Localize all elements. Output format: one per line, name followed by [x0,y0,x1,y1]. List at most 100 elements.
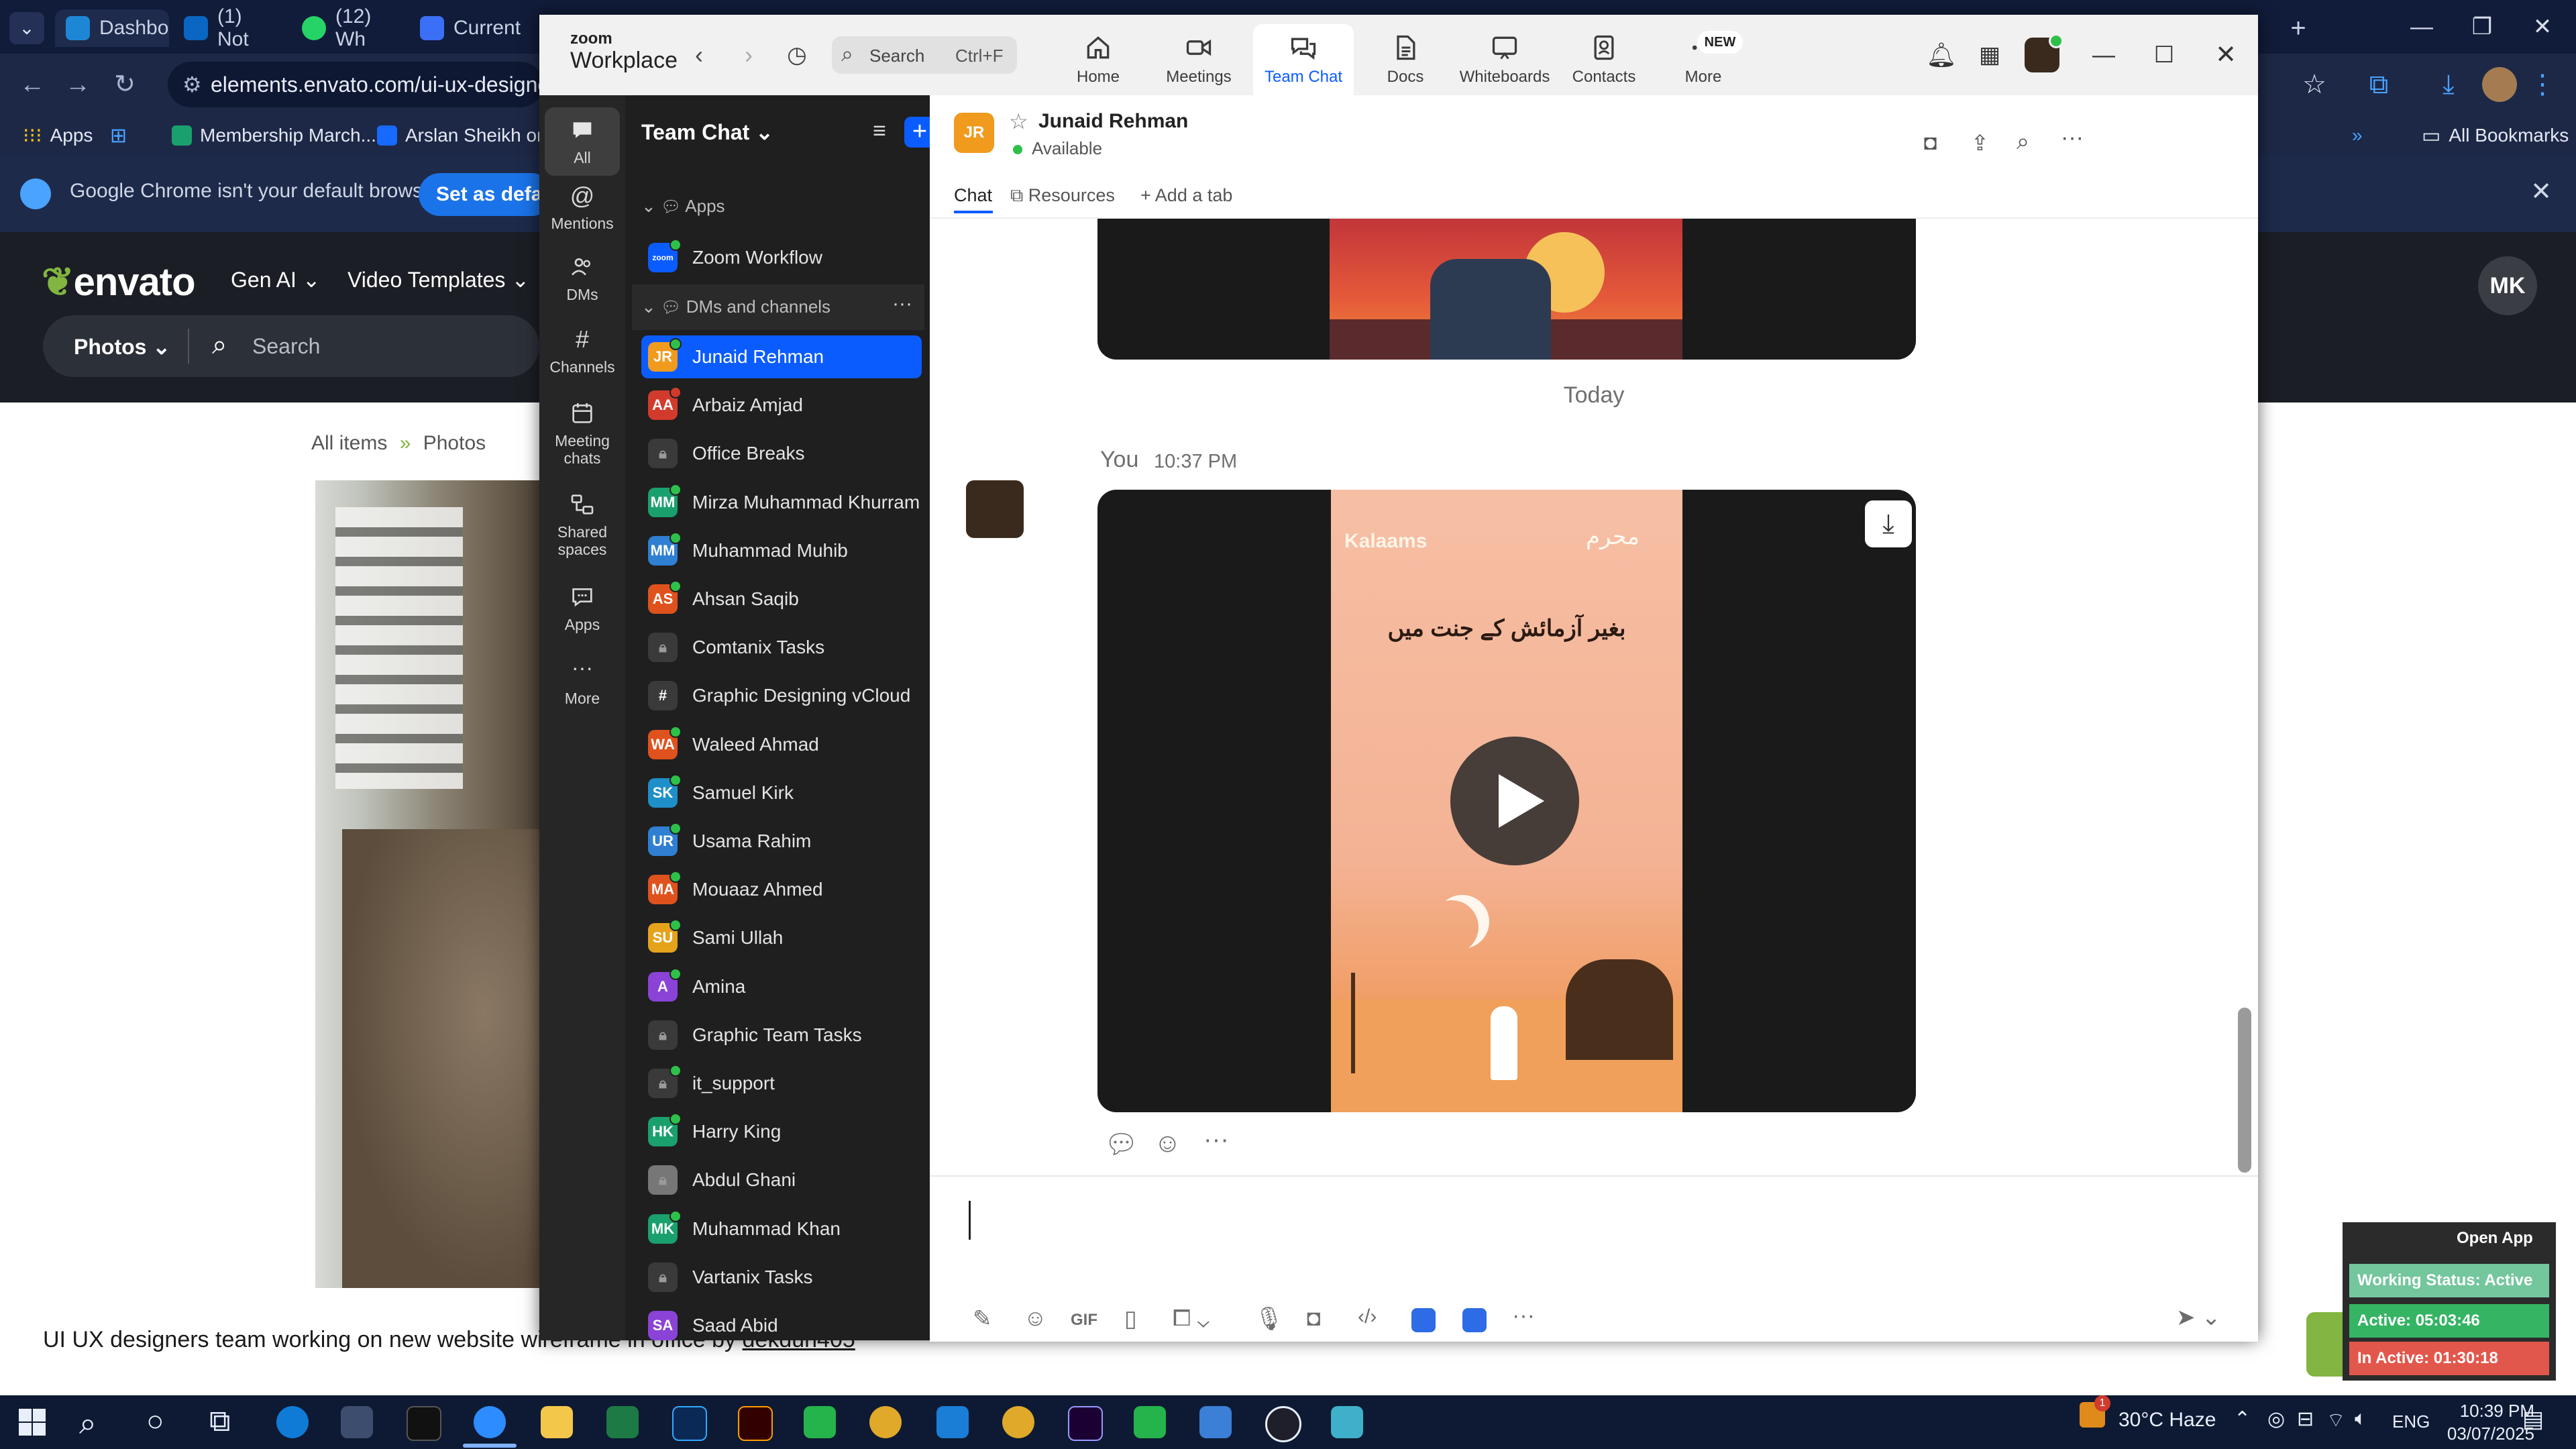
rail-channels[interactable]: # Channels [545,326,620,376]
browser-tab-2[interactable]: (1) Not [173,5,287,50]
video-message-icon[interactable]: ◘ [1307,1305,1321,1332]
tray-chevron-icon[interactable]: ⌃ [2234,1407,2251,1431]
stock-photo-preview[interactable] [315,480,543,1288]
extensions-icon[interactable]: ⧉ [2359,64,2399,105]
add-reaction-icon[interactable]: ☺ [1154,1128,1181,1159]
contact-row[interactable]: # Graphic Designing vCloud [641,674,922,717]
zoom-search-input[interactable]: ⌕ Search Ctrl+F [832,36,1017,74]
rail-more[interactable]: ··· More [545,657,620,707]
cortana-icon[interactable]: ○ [146,1405,164,1438]
attach-file-icon[interactable]: ▯ [1124,1305,1137,1332]
contact-row[interactable]: HK Harry King [641,1110,922,1153]
contact-row[interactable]: SK Samuel Kirk [641,771,922,814]
contact-row[interactable]: JR Junaid Rehman [641,335,922,378]
premiere-icon[interactable] [1068,1406,1103,1441]
tab-search-dropdown[interactable]: ⌄ [9,12,44,44]
weather-icon[interactable]: 1 [2080,1395,2110,1428]
video-call-icon[interactable]: ◘ [1924,130,1937,155]
file-explorer-icon[interactable] [541,1406,573,1438]
infobar-close-icon[interactable]: ✕ [2524,174,2559,209]
rail-shared-spaces[interactable]: Shared spaces [545,491,620,558]
chat-contact-name[interactable]: Junaid Rehman [1038,110,1188,133]
task-view-icon[interactable]: ⧉ [209,1405,230,1438]
vscode-icon[interactable] [936,1406,969,1438]
browser-tab-3[interactable]: (12) Wh [291,5,405,50]
tab-chat[interactable]: Chat [954,185,992,206]
photoshop-icon[interactable] [672,1406,707,1441]
envato-search-input[interactable]: Search [252,334,320,359]
back-arrow-icon[interactable]: ← [15,67,50,102]
tray-app-icon[interactable]: ◎ [2267,1407,2285,1431]
set-as-default-button[interactable]: Set as default [419,173,553,216]
composer-more-icon[interactable]: ··· [1512,1303,1535,1329]
message-more-icon[interactable]: ··· [1203,1126,1229,1155]
emoji-icon[interactable]: ☺ [1024,1305,1047,1332]
zoom-back-chevron-icon[interactable]: ‹ [684,40,714,70]
edge-browser-icon[interactable] [276,1406,309,1438]
rail-mentions[interactable]: @ Mentions [545,182,620,233]
filter-icon[interactable]: ≡ [864,115,895,146]
format-text-icon[interactable]: ✎ [973,1305,992,1332]
more-bookmarks-chevron-icon[interactable]: » [2352,121,2363,150]
my-avatar[interactable] [2025,34,2063,72]
zoom-app-icon[interactable] [474,1406,506,1438]
all-bookmarks[interactable]: ▭ All Bookmarks [2422,121,2569,150]
browser-close-icon[interactable]: ✕ [2516,5,2569,48]
app-icon[interactable] [1331,1406,1363,1438]
contact-row[interactable]: UR Usama Rahim [641,820,922,863]
terminal-icon[interactable] [407,1406,441,1441]
share-screen-icon[interactable]: ⇪ [1971,130,1989,156]
video-download-icon[interactable]: ⤓ [1865,500,1912,547]
previous-video-message[interactable] [1097,219,1916,360]
forward-arrow-icon[interactable]: → [60,67,95,102]
contact-row[interactable]: A Amina [641,965,922,1008]
sender-avatar[interactable] [966,480,1024,538]
profile-avatar[interactable] [2482,67,2517,102]
contact-row[interactable]: MM Mirza Muhammad Khurram [641,481,922,524]
volume-icon[interactable]: 🔈︎ [2355,1407,2367,1430]
tab-add[interactable]: + Add a tab [1140,185,1232,206]
bookmark-grid[interactable]: ⊞ [110,121,127,150]
rail-meeting-chats[interactable]: Meeting chats [545,400,620,467]
media-player-icon[interactable] [1265,1406,1301,1442]
notifications-bell-icon[interactable]: 🔔︎ [1925,39,1957,71]
tab-resources[interactable]: ⧉ Resources [1010,185,1115,207]
rail-apps[interactable]: Apps [545,584,620,633]
chat-more-icon[interactable]: ··· [2061,125,2084,151]
pen-tool-icon[interactable] [341,1406,373,1438]
contact-row[interactable]: 🔒︎ Abdul Ghani [641,1159,922,1201]
gif-icon[interactable]: GIF [1071,1311,1097,1330]
chat-search-icon[interactable]: ⌕ [2017,129,2029,155]
contact-row[interactable]: 🔒︎ Office Breaks [641,432,922,475]
bookmark-arslan[interactable]: Arslan Sheikh on B [377,121,565,150]
rail-dms[interactable]: DMs [545,254,620,303]
category-select[interactable]: Photos ⌄ [74,334,170,360]
team-chat-dropdown[interactable]: Team Chat ⌄ [641,119,773,145]
favorite-star-icon[interactable]: ☆ [1009,109,1028,134]
nav-video-templates[interactable]: Video Templates ⌄ [347,267,529,292]
illustrator-icon[interactable] [738,1406,773,1441]
url-field[interactable]: ⚙ elements.envato.com/ui-ux-designers-t [168,62,543,107]
contact-row[interactable]: AA Arbaiz Amjad [641,384,922,427]
rail-all[interactable]: All [545,107,620,176]
browser-maximize-icon[interactable]: ❐ [2455,5,2509,48]
contact-row[interactable]: 🔒︎ Comtanix Tasks [641,626,922,669]
zoom-close-icon[interactable]: ✕ [2206,38,2246,72]
wifi-icon[interactable]: ⌔ [2326,1407,2345,1433]
breadcrumb-photos[interactable]: Photos [423,432,486,454]
browser-minimize-icon[interactable]: — [2395,5,2449,48]
screenshot-icon[interactable]: ⧠ ⌄ [1173,1305,1210,1332]
phone-link-2-icon[interactable] [1134,1406,1166,1438]
user-avatar[interactable]: MK [2478,256,2537,315]
breadcrumb-all-items[interactable]: All items [311,432,387,454]
tab-whiteboards[interactable]: Whiteboards [1454,24,1555,95]
envato-logo[interactable]: ❦envato [42,259,196,305]
excel-icon[interactable] [606,1406,639,1438]
code-snippet-icon[interactable]: ‹/› [1358,1305,1377,1328]
play-button[interactable] [1450,737,1579,865]
clock[interactable]: 10:39 PM 03/07/2025 [2440,1399,2534,1445]
browser-tab-4[interactable]: Current [409,9,523,47]
list-item-zoom-workflow[interactable]: zoom Zoom Workflow [641,236,922,279]
windows-start-icon[interactable] [17,1407,47,1437]
open-app-link[interactable]: Open App [2457,1229,2533,1248]
